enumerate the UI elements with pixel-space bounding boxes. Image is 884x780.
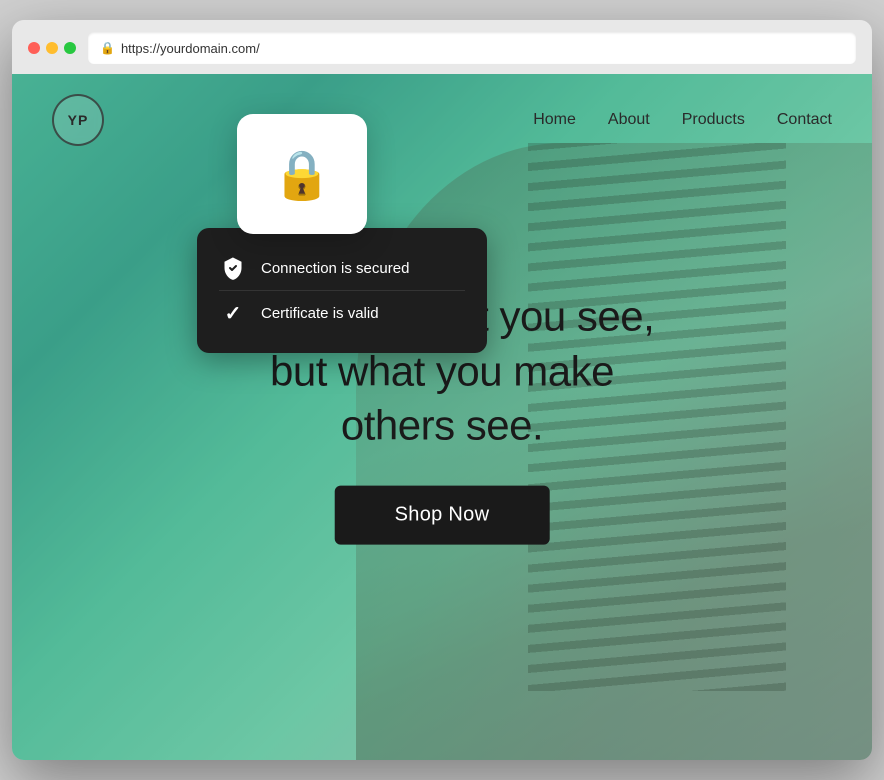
- logo-text: YP: [68, 112, 89, 128]
- address-text: https://yourdomain.com/: [121, 41, 260, 56]
- security-popup: 🔒 Connection is secured ✓: [197, 114, 487, 353]
- check-icon: ✓: [219, 299, 247, 327]
- security-item-certificate: ✓ Certificate is valid: [219, 290, 465, 335]
- browser-content: YP Home About Products Contact Art is no…: [12, 74, 872, 760]
- nav-products[interactable]: Products: [682, 111, 745, 129]
- traffic-lights: [28, 42, 76, 54]
- address-bar[interactable]: 🔒 https://yourdomain.com/: [88, 32, 856, 64]
- traffic-light-red[interactable]: [28, 42, 40, 54]
- security-item-connection: Connection is secured: [219, 246, 465, 290]
- lock-badge: 🔒: [237, 114, 367, 234]
- security-dropdown: Connection is secured ✓ Certificate is v…: [197, 228, 487, 353]
- browser-titlebar: 🔒 https://yourdomain.com/: [28, 32, 856, 64]
- traffic-light-yellow[interactable]: [46, 42, 58, 54]
- browser-chrome: 🔒 https://yourdomain.com/: [12, 20, 872, 74]
- nav-home[interactable]: Home: [533, 111, 576, 129]
- address-lock-icon: 🔒: [100, 41, 115, 55]
- traffic-light-green[interactable]: [64, 42, 76, 54]
- nav-about[interactable]: About: [608, 111, 650, 129]
- browser-window: 🔒 https://yourdomain.com/ YP Home About …: [12, 20, 872, 760]
- logo[interactable]: YP: [52, 94, 104, 146]
- lock-icon: 🔒: [272, 146, 332, 203]
- connection-secured-text: Connection is secured: [261, 260, 409, 277]
- certificate-valid-text: Certificate is valid: [261, 305, 379, 322]
- nav-links: Home About Products Contact: [533, 111, 832, 129]
- shield-icon: [219, 254, 247, 282]
- shop-now-button[interactable]: Shop Now: [335, 485, 550, 544]
- nav-contact[interactable]: Contact: [777, 111, 832, 129]
